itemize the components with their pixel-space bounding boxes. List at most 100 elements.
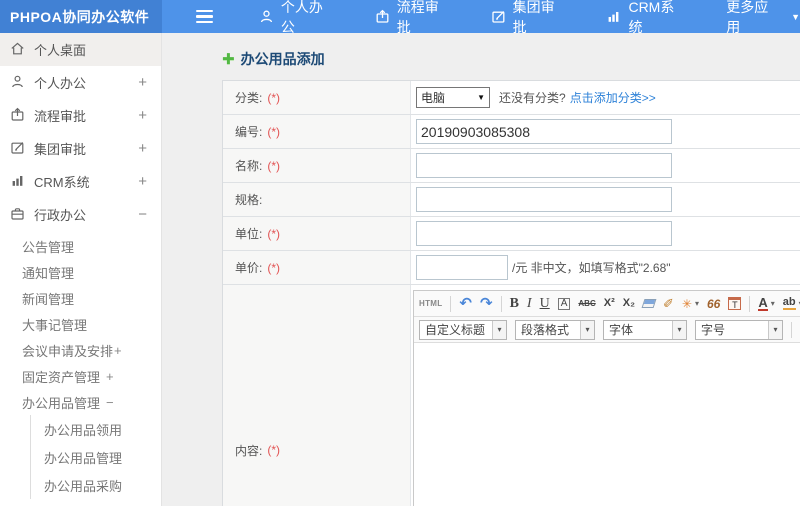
briefcase-icon (10, 206, 25, 224)
sidebar-item-office-supplies[interactable]: 办公用品管理 − (22, 389, 161, 415)
sidebar-item-admin-office[interactable]: 行政办公 − (0, 198, 161, 231)
sidebar-item-news[interactable]: 新闻管理 (22, 285, 161, 311)
expand-icon: + (138, 173, 147, 190)
italic-button[interactable]: I (527, 296, 532, 311)
bold-button[interactable]: B (510, 296, 519, 311)
sidebar-item-crm[interactable]: CRM系统 + (0, 165, 161, 198)
sidebar-item-desktop[interactable]: 个人桌面 (0, 33, 161, 66)
nav-crm[interactable]: CRM系统 (606, 0, 688, 37)
toolbar-separator (749, 295, 751, 312)
expand-icon: + (114, 342, 122, 358)
sidebar-item-announcements[interactable]: 公告管理 (22, 233, 161, 259)
editor-toolbar-row1: HTML ↶ ↷ B I U A ABC X² X₂ ✐ ✳ ▾ 66 T A … (414, 291, 800, 317)
auto-typeset-button[interactable]: ✳ ▾ (682, 298, 699, 310)
highlight-icon: ab (782, 296, 796, 310)
share-up-icon (375, 9, 390, 24)
field-label-cell: 单价: (*) (223, 251, 411, 284)
sidebar-label: 办公用品领用 (44, 422, 123, 438)
code-input[interactable] (416, 119, 672, 144)
font-size-dropdown[interactable]: 字号 ▾ (695, 319, 783, 340)
toolbar-separator (450, 295, 452, 312)
sidebar-label: CRM系统 (34, 175, 90, 190)
sidebar-item-process-approval[interactable]: 流程审批 + (0, 99, 161, 132)
undo-button[interactable]: ↶ (459, 296, 472, 311)
highlight-button[interactable]: ab▾ (782, 296, 800, 310)
sidebar-label: 公告管理 (22, 239, 75, 255)
blockquote-button[interactable]: 66 (707, 298, 720, 310)
form-row-price: 单价: (*) /元 非中文，如填写格式"2.68" (223, 251, 800, 285)
toolbar-separator (791, 321, 792, 338)
field-label: 规格: (235, 193, 263, 207)
sidebar: 个人桌面 个人办公 + 流程审批 + 集团审批 + CRM系统 + 行政办公 − (0, 33, 162, 506)
unit-input[interactable] (416, 221, 672, 246)
sidebar-label: 大事记管理 (22, 317, 88, 333)
remove-format-button[interactable] (641, 299, 657, 308)
add-category-link[interactable]: 点击添加分类>> (570, 89, 656, 106)
sidebar-label: 固定资产管理 (22, 369, 101, 385)
field-label: 单位: (235, 227, 263, 241)
underline-button[interactable]: U (540, 296, 550, 311)
font-family-dropdown[interactable]: 字体 ▾ (603, 319, 687, 340)
field-cell (411, 183, 800, 216)
field-label-cell: 单位: (*) (223, 217, 411, 250)
field-label: 分类: (235, 91, 263, 105)
font-color-button[interactable]: A ▾ (758, 295, 775, 311)
required-mark: (*) (267, 226, 281, 241)
sidebar-item-fixed-assets[interactable]: 固定资产管理 + (22, 363, 161, 389)
price-input[interactable] (416, 255, 508, 280)
nav-personal-office[interactable]: 个人办公 (259, 0, 337, 37)
sidebar-item-supplies-purchase[interactable]: 办公用品采购 (44, 471, 161, 499)
caret-down-icon: ▾ (770, 298, 775, 308)
sidebar-label: 通知管理 (22, 265, 75, 281)
edit-icon (491, 9, 506, 24)
font-color-icon: A (758, 295, 768, 311)
redo-button[interactable]: ↷ (480, 296, 493, 311)
paragraph-format-dropdown[interactable]: 段落格式 ▾ (515, 319, 595, 340)
sidebar-label: 会议申请及安排 (22, 343, 114, 359)
sidebar-item-supplies-manage[interactable]: 办公用品管理 (44, 443, 161, 471)
sidebar-item-meetings[interactable]: 会议申请及安排 + (22, 337, 161, 363)
superscript-button[interactable]: X² (604, 298, 615, 309)
field-label-cell: 规格: (223, 183, 411, 216)
supply-add-form: 分类: (*) 电脑 ▼ 还没有分类? 点击添加分类>> 编号: (*) 201… (222, 80, 800, 506)
page-title: ✚ 办公用品添加 (222, 49, 800, 69)
custom-title-dropdown[interactable]: 自定义标题 ▾ (419, 319, 507, 340)
html-source-button[interactable]: HTML (419, 299, 442, 308)
main-content: ✚ 办公用品添加 分类: (*) 电脑 ▼ 还没有分类? 点击添加分类>> 编号… (162, 33, 800, 506)
field-label: 名称: (235, 159, 263, 173)
category-select[interactable]: 电脑 ▼ (416, 87, 490, 108)
nav-process-approval[interactable]: 流程审批 (375, 0, 453, 37)
name-input[interactable] (416, 153, 672, 178)
sidebar-label: 新闻管理 (22, 291, 75, 307)
dropdown-value: 自定义标题 (425, 323, 486, 337)
expand-icon: + (106, 368, 114, 384)
sidebar-item-personal-office[interactable]: 个人办公 + (0, 66, 161, 99)
field-label-cell: 编号: (*) (223, 115, 411, 148)
sidebar-label: 个人办公 (34, 76, 87, 91)
sidebar-item-notices[interactable]: 通知管理 (22, 259, 161, 285)
subscript-button[interactable]: X₂ (623, 298, 635, 309)
nav-group-approval[interactable]: 集团审批 (491, 0, 569, 37)
field-label: 编号: (235, 125, 263, 139)
spec-input[interactable] (416, 187, 672, 212)
menu-icon[interactable] (195, 9, 213, 24)
required-mark: (*) (267, 158, 281, 173)
nav-label: CRM系统 (628, 0, 675, 35)
sidebar-item-group-approval[interactable]: 集团审批 + (0, 132, 161, 165)
font-border-button[interactable]: A (557, 297, 571, 310)
editor-content-area[interactable] (414, 343, 800, 506)
sidebar-label: 流程审批 (34, 109, 87, 124)
paste-plain-button[interactable]: T (728, 297, 742, 310)
nav-more-apps[interactable]: 更多应用 ▼ (726, 0, 800, 37)
sidebar-item-supplies-claim[interactable]: 办公用品领用 (44, 415, 161, 443)
top-nav: 个人办公 流程审批 集团审批 CRM系统 更多应用 ▼ (259, 0, 800, 37)
field-cell (411, 149, 800, 182)
field-cell (411, 115, 800, 148)
app-logo: PHPOA协同办公软件 (0, 0, 162, 33)
share-up-icon (10, 107, 25, 125)
strikethrough-button[interactable]: ABC (578, 299, 595, 308)
caret-down-icon: ▾ (694, 298, 699, 308)
format-brush-button[interactable]: ✐ (663, 297, 674, 310)
form-row-unit: 单位: (*) (223, 217, 800, 251)
sidebar-item-events[interactable]: 大事记管理 (22, 311, 161, 337)
